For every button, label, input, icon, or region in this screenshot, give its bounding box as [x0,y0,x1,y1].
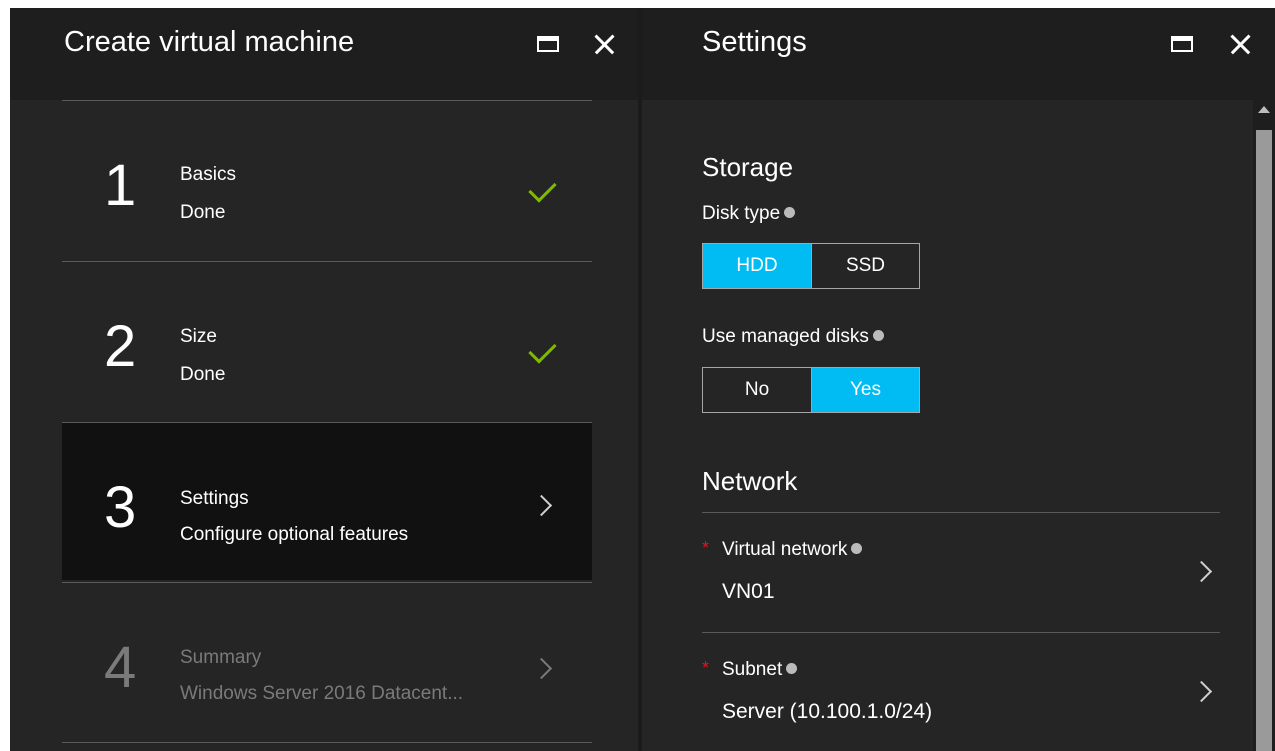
step-title: Basics [180,164,236,185]
section-divider [702,512,1220,513]
blade-title: Create virtual machine [64,26,355,58]
managed-disks-toggle[interactable]: No Yes [702,367,920,413]
info-icon[interactable] [851,543,863,554]
scroll-up-arrow-icon[interactable] [1258,106,1270,113]
managed-disks-yes-option[interactable]: Yes [811,368,919,412]
disk-type-toggle[interactable]: HDD SSD [702,243,920,289]
maximize-button[interactable] [1166,28,1198,60]
managed-disks-label: Use managed disks [702,326,884,348]
chevron-right-icon [1190,680,1213,703]
info-icon[interactable] [872,330,884,341]
close-button[interactable] [1224,28,1256,60]
blade-title: Settings [702,26,807,58]
close-button[interactable] [588,28,620,60]
chevron-right-icon [530,494,553,517]
portal-frame: Create virtual machine 1 Basics Done 2 S… [10,8,1275,751]
disk-type-label: Disk type [702,203,796,225]
chevron-right-icon [530,657,553,680]
step-status: Windows Server 2016 Datacent... [180,683,464,704]
step-number: 3 [104,475,137,540]
blade-header: Create virtual machine [10,8,638,100]
subnet-label: Subnet [722,659,798,681]
subnet-value: Server (10.100.1.0/24) [722,700,933,723]
scrollbar[interactable] [1253,100,1275,751]
virtual-network-value: VN01 [722,580,775,603]
settings-blade: Settings Storage Disk type HDD SSD Use m… [642,8,1275,751]
scrollbar-thumb[interactable] [1256,130,1272,751]
chevron-right-icon [1190,560,1213,583]
maximize-icon [537,36,559,52]
checkmark-icon [528,335,557,364]
step-number: 2 [104,314,137,379]
step-summary: 4 Summary Windows Server 2016 Datacent..… [62,582,592,740]
field-divider [702,632,1220,633]
managed-disks-no-option[interactable]: No [703,368,811,412]
step-size[interactable]: 2 Size Done [62,261,592,419]
step-title: Settings [180,488,249,509]
info-icon[interactable] [784,207,796,218]
step-title: Size [180,326,217,347]
network-heading: Network [702,466,798,496]
virtual-network-field[interactable]: * Virtual network VN01 [702,532,1220,652]
checkmark-icon [528,174,557,203]
maximize-icon [1171,36,1193,52]
step-separator [62,742,592,751]
step-status: Configure optional features [180,524,409,545]
step-title: Summary [180,647,262,668]
step-status: Done [180,202,226,223]
disk-type-ssd-option[interactable]: SSD [811,244,919,288]
blade-header: Settings [642,8,1275,100]
step-number: 1 [104,153,137,218]
virtual-network-label: Virtual network [722,539,863,561]
create-vm-blade: Create virtual machine 1 Basics Done 2 S… [10,8,638,751]
maximize-button[interactable] [532,28,564,60]
disk-type-hdd-option[interactable]: HDD [703,244,811,288]
step-basics[interactable]: 1 Basics Done [62,100,592,258]
step-status: Done [180,364,226,385]
info-icon[interactable] [786,663,798,674]
storage-heading: Storage [702,152,794,182]
required-marker: * [702,658,710,678]
step-settings[interactable]: 3 Settings Configure optional features [62,422,592,580]
required-marker: * [702,538,710,558]
step-number: 4 [104,635,137,700]
subnet-field[interactable]: * Subnet Server (10.100.1.0/24) [702,652,1220,751]
